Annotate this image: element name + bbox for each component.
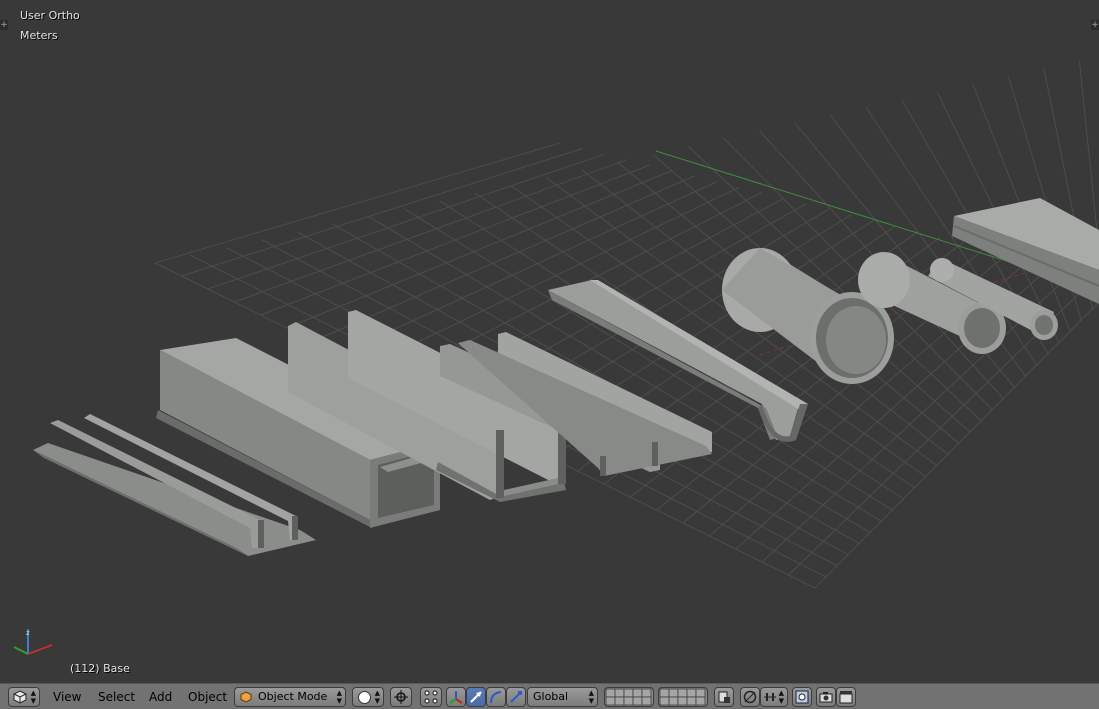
manipulator-toggle-button[interactable] (446, 687, 466, 707)
menu-view[interactable]: View (53, 688, 81, 706)
lock-layers-icon (718, 691, 730, 703)
menu-select[interactable]: Select (98, 688, 135, 706)
viewport-scene[interactable] (0, 0, 1099, 683)
layers-grid-icon (659, 688, 706, 706)
viewport-shading-button[interactable]: ▲ ▼ (352, 687, 384, 707)
render-anim-icon (839, 691, 853, 704)
snap-icon (764, 693, 776, 701)
pivot-align-icon (424, 690, 438, 704)
pivot-point-button[interactable] (390, 687, 412, 707)
render-camera-icon (819, 692, 833, 703)
lock-layers-button[interactable] (714, 687, 734, 707)
layers-grid-icon (605, 688, 652, 706)
render-animation-button[interactable] (836, 687, 856, 707)
editor-type-button[interactable]: ▲ ▼ (8, 687, 40, 707)
scene-layers-grid-2[interactable] (658, 687, 708, 707)
menu-object[interactable]: Object (188, 688, 227, 706)
units-label: Meters (20, 29, 58, 42)
view-label: User Ortho (20, 9, 80, 22)
rotate-manipulator-button[interactable] (486, 687, 506, 707)
dropdown-arrows-icon: ▲ ▼ (336, 689, 342, 705)
mode-label: Object Mode (258, 690, 328, 703)
solid-sphere-icon (358, 691, 371, 704)
proportional-editing-button[interactable] (740, 687, 760, 707)
translate-manipulator-button[interactable] (466, 687, 486, 707)
svg-text:z: z (26, 629, 30, 637)
pivot-align-button[interactable] (420, 687, 442, 707)
translate-icon (470, 691, 482, 703)
rotate-icon (490, 691, 502, 704)
manipulator-axes-icon (449, 691, 463, 704)
snap-target-button[interactable] (792, 687, 812, 707)
orientation-label: Global (533, 690, 569, 703)
dropdown-arrows-icon: ▲ ▼ (30, 689, 36, 705)
frame-object-label: (112) Base (70, 662, 130, 675)
scale-icon (510, 691, 522, 703)
axis-gizmo-icon: z (13, 629, 53, 655)
snap-element-button[interactable]: ▲ ▼ (760, 687, 788, 707)
properties-expand-icon[interactable]: + (1091, 20, 1099, 30)
transform-orientation-select[interactable]: Global ▲ ▼ (527, 687, 598, 707)
render-opengl-button[interactable] (816, 687, 836, 707)
menu-add[interactable]: Add (149, 688, 172, 706)
scale-manipulator-button[interactable] (506, 687, 526, 707)
mode-selector[interactable]: Object Mode ▲ ▼ (234, 687, 346, 707)
snap-target-icon (795, 690, 809, 704)
dropdown-arrows-icon: ▲ ▼ (588, 689, 594, 705)
3d-view-header: ▲ ▼ View Select Add Object Object Mode ▲ ▼… (0, 683, 1099, 709)
object-mode-cube-icon (240, 691, 252, 703)
pivot-point-icon (394, 690, 408, 704)
3d-viewport[interactable]: User Ortho Meters (112) Base + + z (0, 0, 1099, 683)
proportional-editing-icon (743, 690, 757, 704)
dropdown-arrows-icon: ▲ ▼ (374, 689, 380, 705)
scene-layers-grid-1[interactable] (604, 687, 654, 707)
3d-view-cube-icon (13, 690, 27, 704)
toolshelf-expand-icon[interactable]: + (0, 20, 8, 30)
dropdown-arrows-icon: ▲ ▼ (778, 689, 784, 705)
